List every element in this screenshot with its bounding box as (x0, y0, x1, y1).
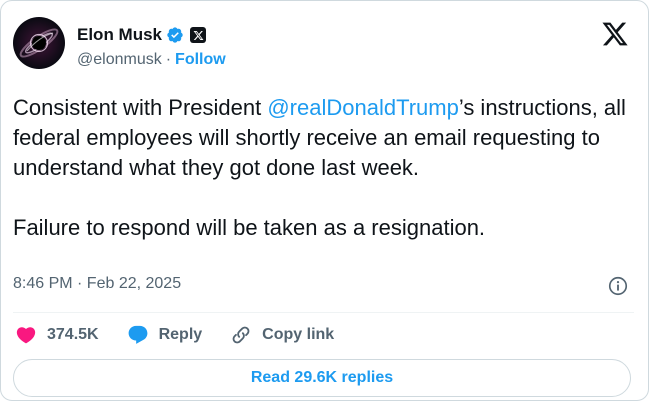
tweet-timestamp[interactable]: 8:46 PM · Feb 22, 2025 (13, 275, 181, 293)
tweet-text-prefix: Consistent with President (13, 95, 268, 120)
follow-button[interactable]: Follow (175, 51, 226, 69)
heart-icon (16, 327, 36, 344)
mention-link[interactable]: @realDonaldTrump (267, 95, 458, 120)
tweet-paragraph-1: Consistent with President @realDonaldTru… (13, 93, 633, 183)
info-icon[interactable] (607, 275, 629, 297)
reply-bubble-icon (128, 325, 147, 344)
separator-dot: · (165, 51, 172, 68)
tweet-text: Consistent with President @realDonaldTru… (13, 93, 633, 273)
reply-button[interactable]: Reply (127, 324, 203, 346)
read-replies-button[interactable]: Read 29.6K replies (13, 359, 631, 397)
tweet-paragraph-2: Failure to respond will be taken as a re… (13, 215, 486, 240)
link-icon (232, 326, 250, 344)
copy-link-label: Copy link (262, 326, 335, 343)
author-handle[interactable]: @elonmusk (77, 51, 162, 69)
like-count: 374.5K (47, 326, 99, 343)
action-bar: 374.5K Reply Copy link (15, 321, 362, 349)
author-name[interactable]: Elon Musk (77, 25, 162, 45)
divider (13, 312, 634, 313)
x-logo-icon[interactable] (601, 20, 629, 48)
reply-label: Reply (158, 326, 203, 343)
avatar-image (19, 28, 59, 58)
verified-badge-icon (167, 27, 183, 43)
copy-link-button[interactable]: Copy link (230, 324, 334, 346)
tweet-embed-card: Elon Musk @elonmusk · Follow Consistent … (0, 0, 649, 401)
x-affiliate-badge-icon (190, 27, 207, 43)
author-handle-row: @elonmusk · Follow (77, 51, 226, 69)
avatar[interactable] (13, 17, 65, 69)
like-button[interactable]: 374.5K (15, 324, 99, 346)
author-name-row: Elon Musk (77, 23, 207, 47)
